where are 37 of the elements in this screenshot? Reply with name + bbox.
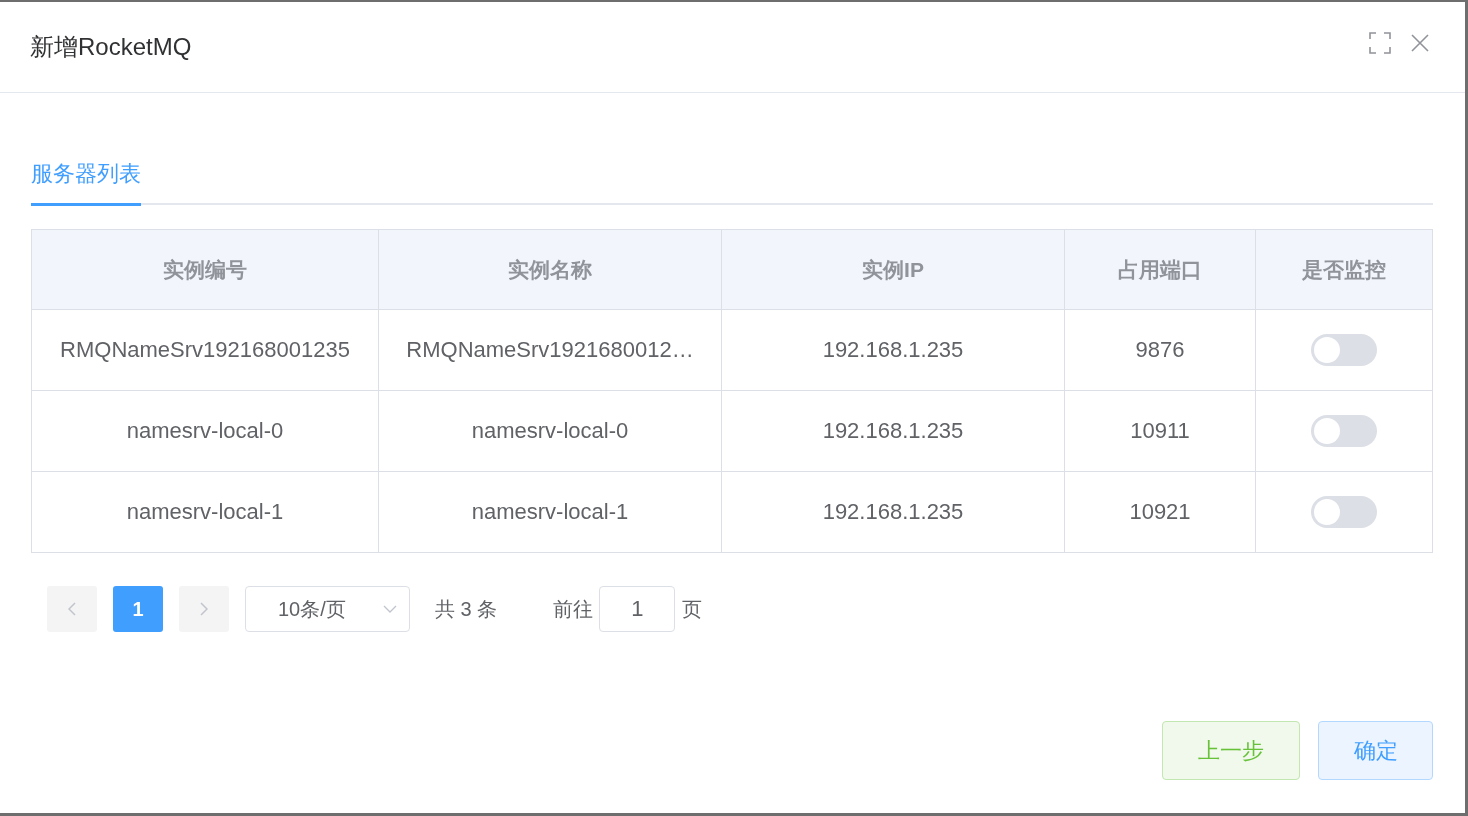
column-header: 是否监控 bbox=[1255, 229, 1433, 310]
previous-page-button[interactable] bbox=[47, 586, 97, 632]
chevron-down-icon bbox=[383, 605, 397, 613]
tab[interactable]: 服务器列表 bbox=[31, 159, 141, 206]
goto-label: 前往 bbox=[553, 596, 594, 622]
close-icon[interactable] bbox=[1411, 34, 1429, 52]
fullscreen-icon[interactable] bbox=[1369, 32, 1391, 54]
table-cell: 10911 bbox=[1064, 390, 1256, 472]
dialog-title: 新增RocketMQ bbox=[30, 32, 192, 62]
column-header: 占用端口 bbox=[1064, 229, 1256, 310]
table-cell: 192.168.1.235 bbox=[721, 390, 1065, 472]
back-button[interactable]: 上一步 bbox=[1162, 721, 1300, 780]
confirm-button[interactable]: 确定 bbox=[1318, 721, 1433, 780]
table-cell: 9876 bbox=[1064, 309, 1256, 391]
page-suffix: 页 bbox=[682, 596, 703, 622]
table-cell: namesrv-local-1 bbox=[31, 471, 379, 553]
toggle-switch[interactable] bbox=[1311, 334, 1377, 366]
toggle-switch[interactable] bbox=[1311, 496, 1377, 528]
chevron-left-icon bbox=[68, 602, 76, 616]
total-count: 共 3 条 bbox=[435, 596, 498, 622]
toggle-switch[interactable] bbox=[1311, 415, 1377, 447]
table-cell: namesrv-local-1 bbox=[378, 471, 722, 553]
table-cell: 192.168.1.235 bbox=[721, 309, 1065, 391]
table-cell: 10921 bbox=[1064, 471, 1256, 553]
page-size-dropdown[interactable]: 10条/页 bbox=[245, 586, 410, 632]
chevron-right-icon bbox=[200, 602, 208, 616]
page-number-button[interactable]: 1 bbox=[113, 586, 163, 632]
table-cell: namesrv-local-0 bbox=[31, 390, 379, 472]
next-page-button[interactable] bbox=[179, 586, 229, 632]
column-header: 实例编号 bbox=[31, 229, 379, 310]
table-cell: RMQNameSrv1921680012… bbox=[378, 309, 722, 391]
table-cell: RMQNameSrv192168001235 bbox=[31, 309, 379, 391]
table-cell: namesrv-local-0 bbox=[378, 390, 722, 472]
page-input-field[interactable]: 1 bbox=[599, 586, 676, 632]
column-header: 实例名称 bbox=[378, 229, 722, 310]
column-header: 实例IP bbox=[721, 229, 1065, 310]
table-cell: 192.168.1.235 bbox=[721, 471, 1065, 553]
